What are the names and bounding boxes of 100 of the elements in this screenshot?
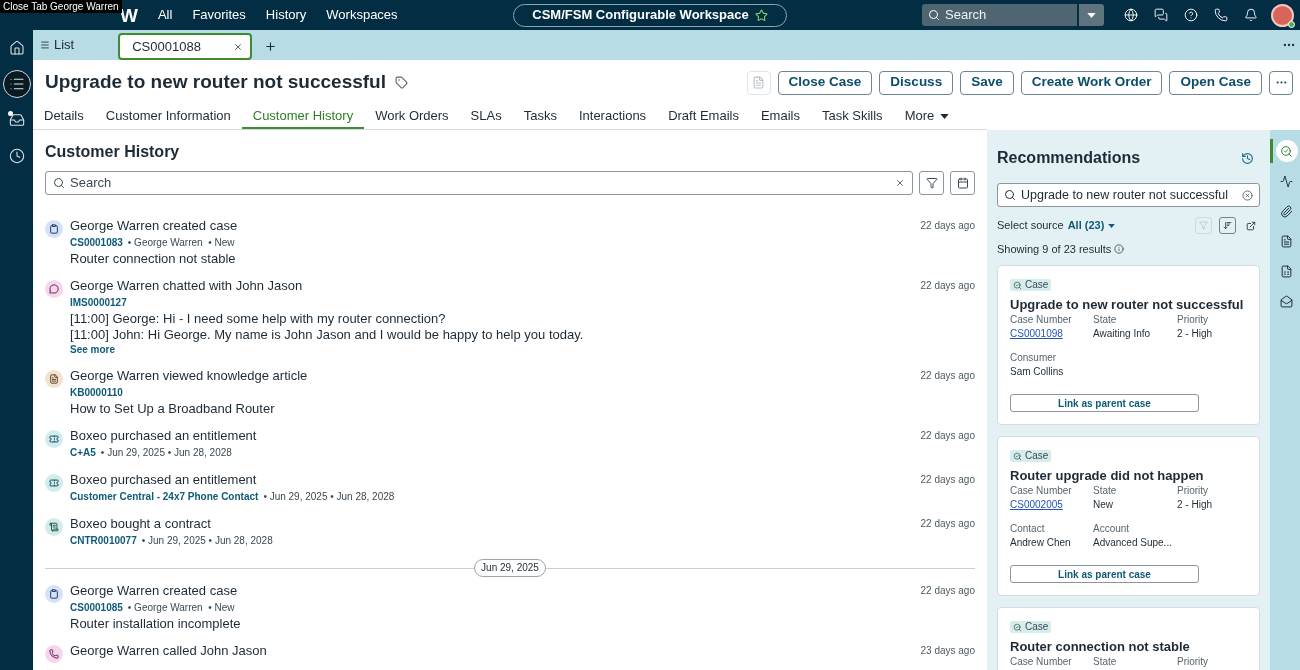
- calendar-button[interactable]: [950, 171, 975, 195]
- more-actions-button[interactable]: [1269, 70, 1293, 95]
- help-icon: [1183, 8, 1198, 22]
- nav-menu-item[interactable]: History: [265, 6, 307, 24]
- field-label: Case Number: [1010, 313, 1073, 327]
- record-link[interactable]: C+A5: [70, 445, 96, 461]
- record-link[interactable]: CS0001083: [70, 235, 123, 251]
- link-parent-button[interactable]: Link as parent case: [1010, 565, 1199, 583]
- nav-menu-item[interactable]: All: [157, 6, 173, 24]
- field-label: State: [1093, 313, 1118, 327]
- record-link[interactable]: Customer Central - 24x7 Phone Contact: [70, 489, 259, 505]
- entry-text: How to Set Up a Broadband Router: [70, 401, 276, 417]
- field-label: Account: [1093, 522, 1131, 536]
- phone-icon: [1213, 8, 1228, 22]
- record-link[interactable]: KB0000110: [70, 385, 123, 401]
- entry-text: [11:00] John: Hi George. My name is John Jason and I would be happy to help you today.: [70, 327, 585, 343]
- card-title: Router upgrade did not happen: [1010, 468, 1205, 484]
- chat-icon: [1153, 8, 1168, 22]
- entry-time: 22 days ago: [920, 279, 975, 293]
- bell-button[interactable]: [1243, 7, 1258, 23]
- globe-icon: [1123, 8, 1138, 22]
- action-button[interactable]: Open Case: [1169, 70, 1262, 95]
- filter-button[interactable]: [919, 171, 944, 195]
- record-link[interactable]: CS0001085: [70, 600, 123, 616]
- clipboard-icon: [45, 585, 63, 603]
- search-field[interactable]: Search: [45, 171, 913, 195]
- section-tab[interactable]: Details: [33, 105, 95, 129]
- phone-button[interactable]: [1213, 7, 1228, 23]
- field-value: New: [1093, 498, 1114, 512]
- nav-menu-item[interactable]: Workspaces: [326, 6, 398, 24]
- search-scope-dropdown[interactable]: [1079, 4, 1104, 26]
- section-tab[interactable]: Customer Information: [94, 105, 242, 129]
- section-tab[interactable]: Emails: [749, 105, 811, 129]
- section-tab[interactable]: Interactions: [567, 105, 658, 129]
- magnifier-icon: [1013, 451, 1022, 461]
- section-tab[interactable]: Work Orders: [364, 105, 460, 129]
- date-chip: Jun 29, 2025: [474, 559, 546, 577]
- section-tab[interactable]: Draft Emails: [657, 105, 750, 129]
- globe-button[interactable]: [1123, 7, 1138, 23]
- action-button[interactable]: Create Work Order: [1020, 70, 1163, 95]
- logo[interactable]: W: [120, 5, 138, 25]
- source-label: Select source: [997, 218, 1064, 234]
- more-tabs-dropdown[interactable]: More: [893, 105, 961, 129]
- entry-title: George Warren created case: [70, 582, 239, 600]
- sidebar-button[interactable]: [2, 70, 31, 98]
- search-field[interactable]: Upgrade to new router not successful: [997, 183, 1260, 207]
- action-button[interactable]: Discuss: [879, 70, 954, 95]
- field-label: Priority: [1177, 313, 1210, 327]
- clear-icon[interactable]: [1242, 189, 1253, 201]
- sort-button[interactable]: [1219, 217, 1236, 234]
- entry-meta: • George Warren • New: [127, 601, 235, 615]
- case-link[interactable]: CS0001098: [1010, 327, 1093, 341]
- calendar-icon: [956, 177, 969, 189]
- field-value: 2 - High: [1177, 498, 1213, 512]
- document-icon: [752, 76, 766, 89]
- magnifier-icon: [1013, 622, 1022, 632]
- section-tab[interactable]: Tasks: [512, 105, 568, 129]
- history-button[interactable]: [1240, 151, 1254, 165]
- avatar[interactable]: [1271, 3, 1294, 27]
- entry-text: Router connection not stable: [70, 251, 237, 267]
- record-link[interactable]: IMS0000127: [70, 295, 127, 311]
- clock-icon: [8, 148, 25, 164]
- tag-text: Case: [1025, 279, 1049, 291]
- entry-title: George Warren called John Jason: [70, 642, 268, 660]
- ticket-icon: [45, 430, 63, 448]
- history-icon: [1240, 151, 1254, 165]
- entry-title: Boxeo purchased an entitlement: [70, 427, 258, 445]
- rail-button[interactable]: [1270, 139, 1300, 163]
- link-parent-button[interactable]: Link as parent case: [1010, 394, 1199, 412]
- phone-icon: [45, 645, 63, 663]
- entry-title: George Warren viewed knowledge article: [70, 367, 309, 385]
- section-tab[interactable]: Task Skills: [810, 105, 894, 129]
- list-button[interactable]: List: [40, 37, 75, 53]
- record-tab[interactable]: CS0001088: [118, 33, 253, 60]
- action-button[interactable]: Close Case: [777, 70, 873, 95]
- see-more-link[interactable]: See more: [70, 343, 116, 357]
- record-title: Upgrade to new router not successful: [45, 70, 386, 95]
- section-tab[interactable]: SLAs: [459, 105, 513, 129]
- source-dropdown[interactable]: All (23): [1067, 217, 1116, 234]
- entry-title: George Warren created case: [70, 217, 239, 235]
- nav-menu-item[interactable]: Favorites: [192, 6, 246, 24]
- panel-heading: Recommendations: [997, 148, 1141, 168]
- record-link[interactable]: CNTR0010077: [70, 533, 137, 549]
- section-tab[interactable]: Customer History: [241, 105, 365, 129]
- scroll-icon: [45, 518, 63, 536]
- chat-button[interactable]: [1153, 7, 1168, 23]
- new-tab-button[interactable]: [263, 39, 278, 53]
- open-external-button[interactable]: [1245, 219, 1257, 232]
- entry-title: Boxeo bought a contract: [70, 515, 212, 533]
- action-button[interactable]: Save: [960, 70, 1014, 95]
- clear-icon[interactable]: [895, 178, 905, 188]
- field-label: State: [1093, 484, 1118, 498]
- help-button[interactable]: [1183, 7, 1198, 23]
- field-label: Case Number: [1010, 655, 1073, 669]
- case-link[interactable]: CS0002005: [1010, 498, 1093, 512]
- ticket-icon: [45, 474, 63, 492]
- document-icon: [45, 370, 63, 388]
- field-label: Case Number: [1010, 484, 1073, 498]
- search-field[interactable]: Search: [922, 4, 1077, 26]
- entry-meta: • George Warren • New: [127, 236, 235, 250]
